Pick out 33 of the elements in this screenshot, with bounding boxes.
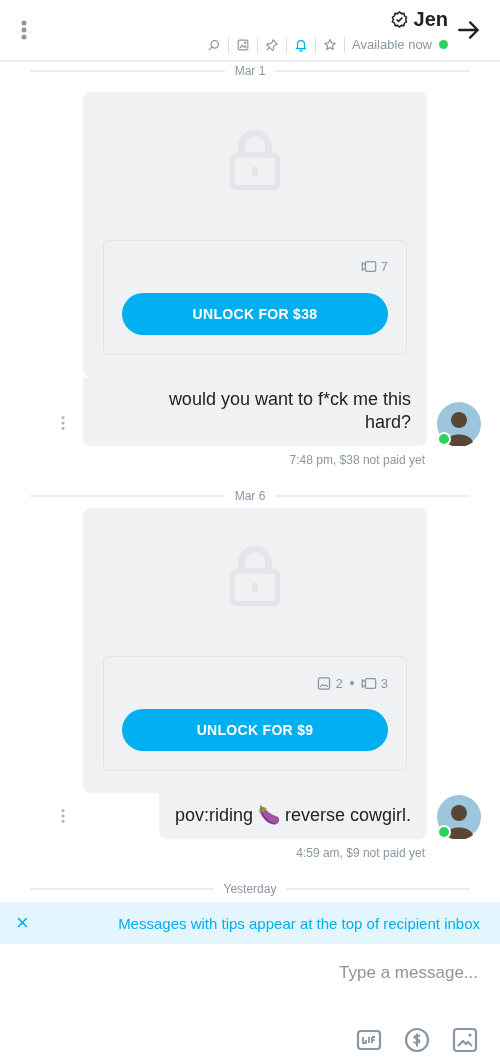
video-icon xyxy=(360,676,377,690)
message-options-icon[interactable] xyxy=(60,414,66,431)
video-icon xyxy=(360,260,377,274)
message-text: would you want to f*ck me this hard? xyxy=(168,388,411,432)
contact-name: Jen xyxy=(413,7,448,31)
message-meta: 4:59 am, $9 not paid yet xyxy=(296,846,425,861)
banner-text: Messages with tips appear at the top of recipient inbox xyxy=(118,914,480,932)
unlock-button[interactable]: UNLOCK FOR $38 xyxy=(122,292,388,335)
dollar-coin-icon[interactable] xyxy=(404,1027,430,1053)
message-text: pov:riding 🍆 reverse cowgirl. xyxy=(174,805,411,826)
pin-icon[interactable] xyxy=(265,37,279,52)
star-icon[interactable] xyxy=(323,37,337,52)
media-count: 3 xyxy=(380,675,388,691)
avatar[interactable] xyxy=(437,401,481,446)
message-options-icon[interactable] xyxy=(60,808,66,825)
image-icon[interactable] xyxy=(236,37,250,52)
gif-icon[interactable] xyxy=(356,1027,382,1053)
date-separator: Yesterday xyxy=(223,882,277,897)
more-options-icon[interactable] xyxy=(20,19,28,41)
avatar[interactable] xyxy=(437,795,481,840)
unlock-button[interactable]: UNLOCK FOR $9 xyxy=(122,709,388,752)
date-separator: Mar 6 xyxy=(234,488,266,503)
status-text: Available now xyxy=(352,37,432,52)
image-icon xyxy=(315,676,332,690)
bell-icon[interactable] xyxy=(294,37,308,52)
message-meta: 7:48 pm, $38 not paid yet xyxy=(289,452,425,467)
bullet-separator xyxy=(349,681,354,686)
search-icon[interactable] xyxy=(207,37,221,52)
media-count: 7 xyxy=(380,259,388,275)
image-icon[interactable] xyxy=(452,1027,478,1053)
close-button[interactable]: × xyxy=(16,910,29,936)
date-separator: Mar 1 xyxy=(234,63,266,78)
media-count: 2 xyxy=(335,675,343,691)
